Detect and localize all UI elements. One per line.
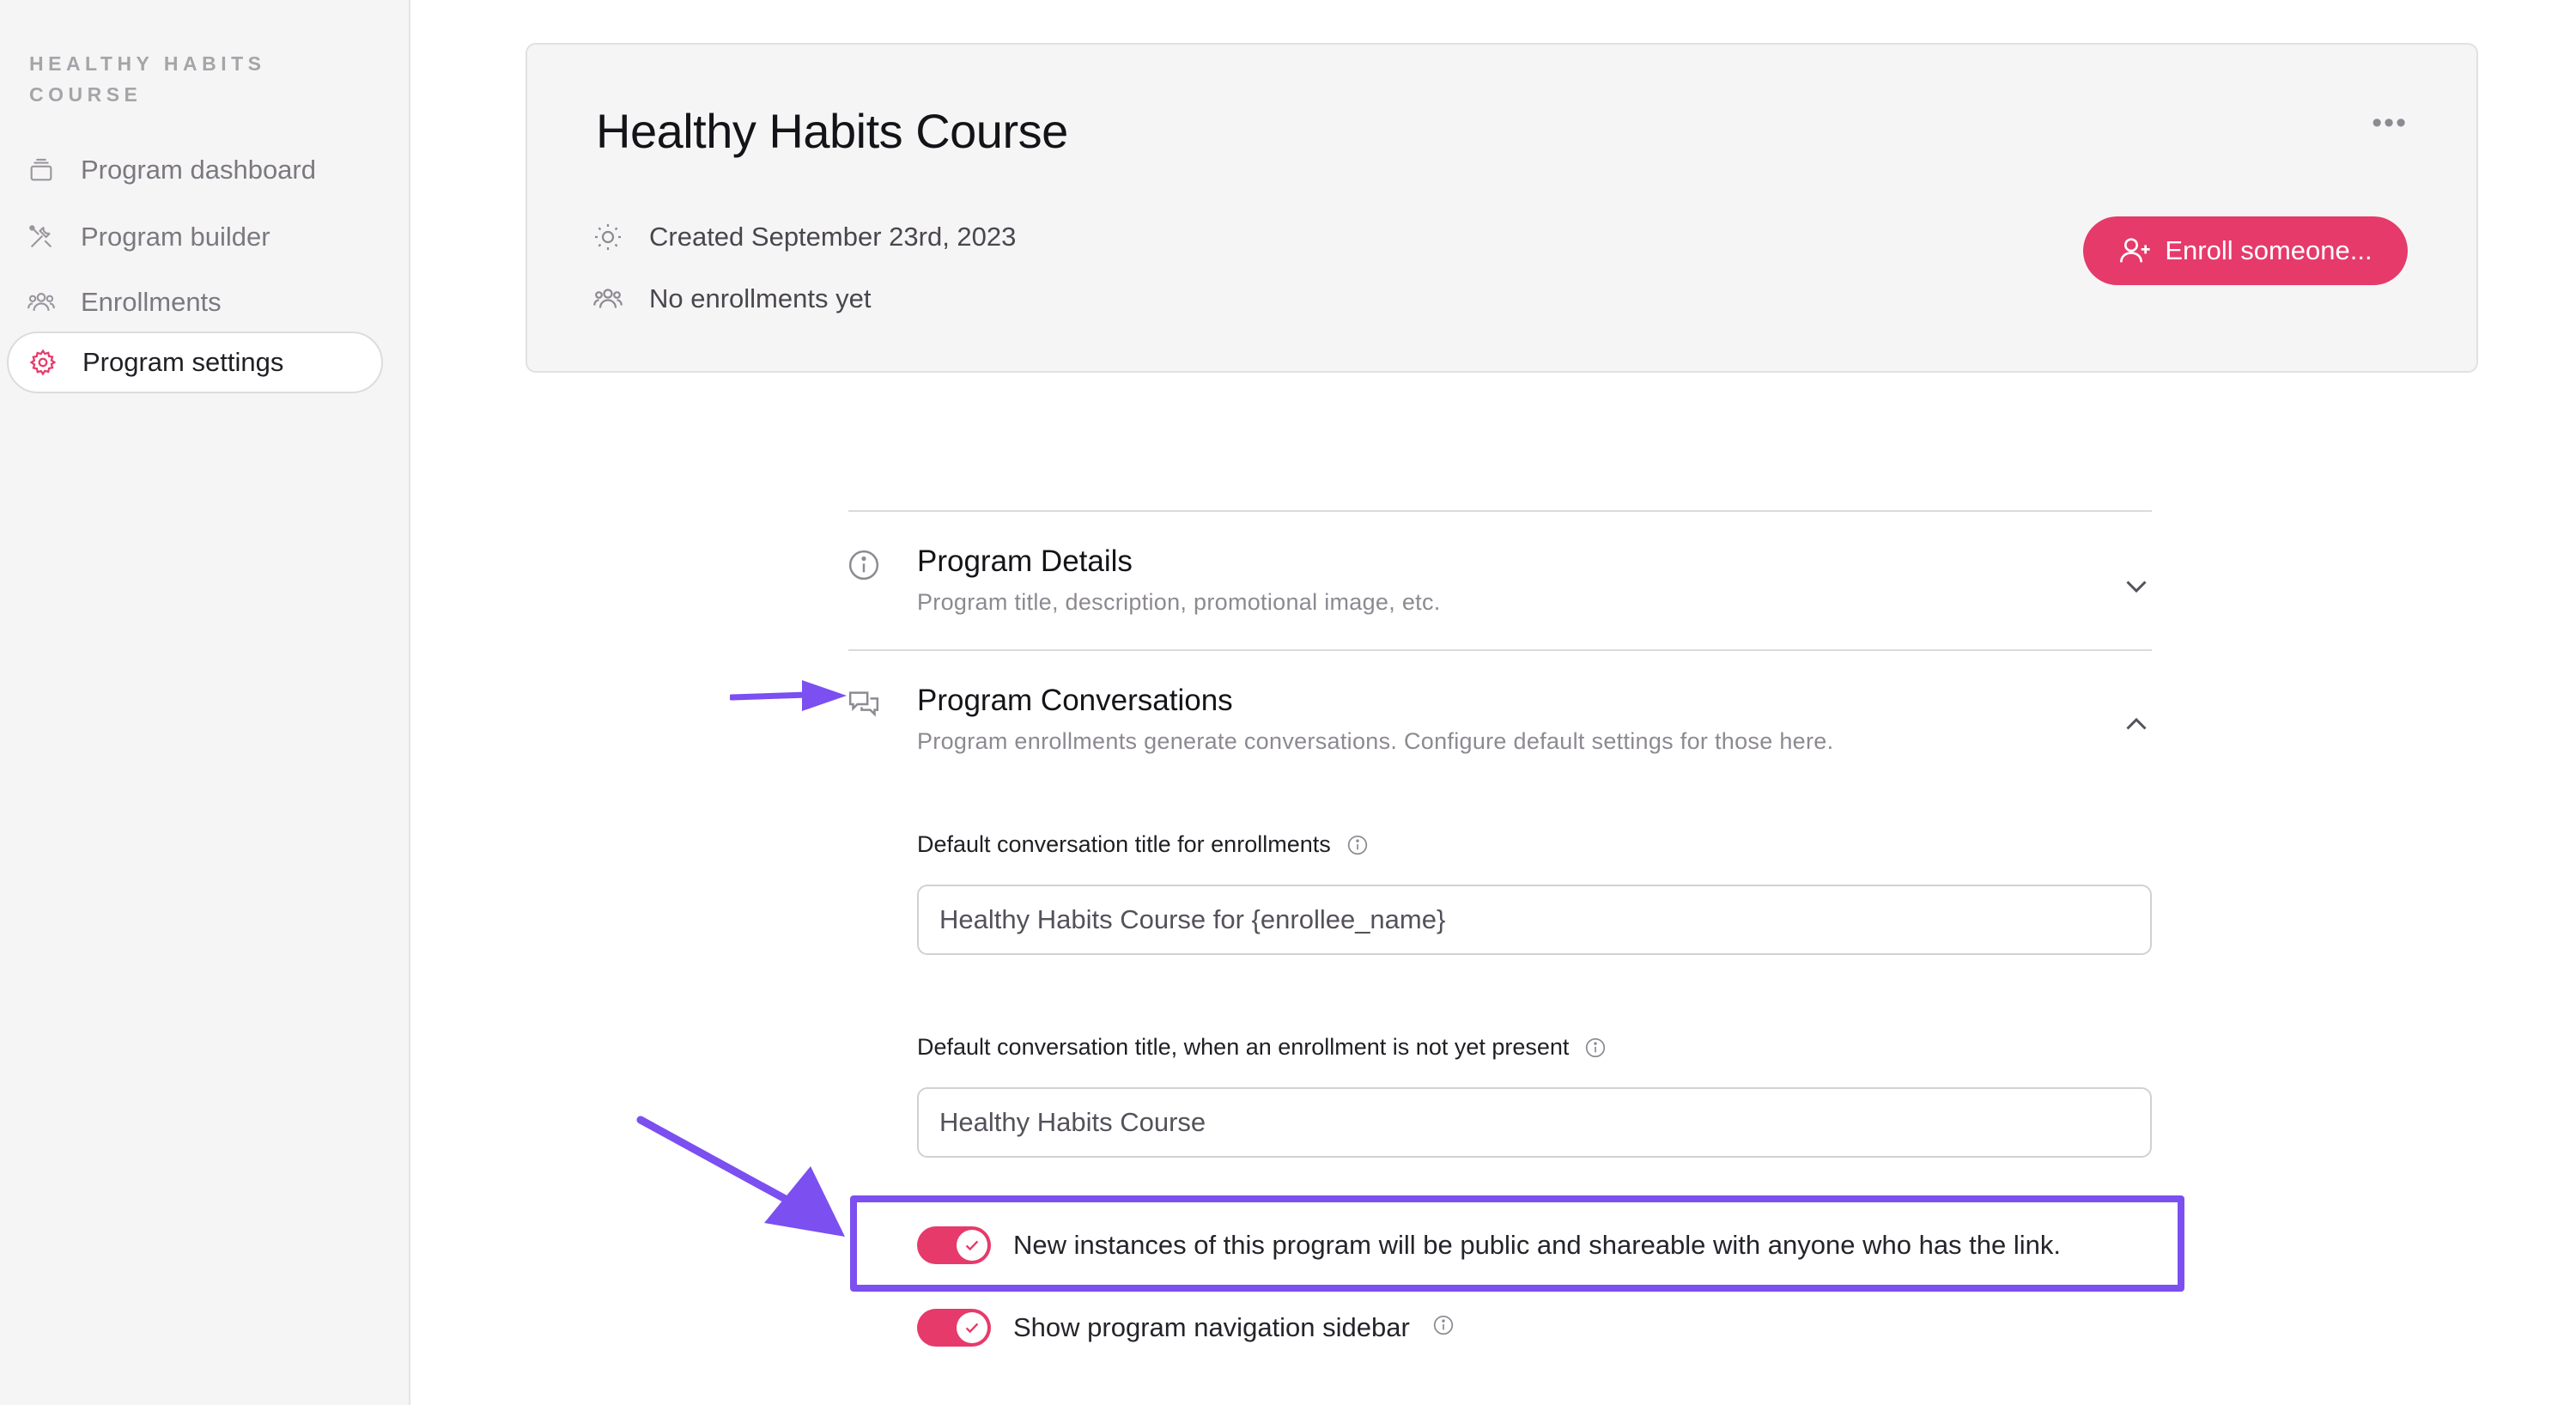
annotation-arrow-diagonal-icon	[636, 1116, 845, 1237]
field-label-conversation-title: Default conversation title for enrollmen…	[917, 831, 1369, 858]
enroll-button-label: Enroll someone...	[2165, 235, 2372, 265]
sidebar-item-enrollments[interactable]: Enrollments	[7, 271, 383, 333]
sidebar-item-program-settings[interactable]: Program settings	[7, 331, 383, 393]
sidebar-item-program-builder[interactable]: Program builder	[7, 206, 383, 268]
created-date: Created September 23rd, 2023	[592, 222, 1016, 252]
created-text: Created September 23rd, 2023	[649, 222, 1017, 252]
check-icon	[965, 1323, 979, 1334]
enrollment-count: No enrollments yet	[592, 283, 871, 314]
enroll-someone-button[interactable]: Enroll someone...	[2083, 216, 2408, 285]
navigation-sidebar-toggle[interactable]	[917, 1309, 991, 1347]
sidebar-brand: HEALTHY HABITS COURSE	[29, 52, 266, 106]
people-icon	[593, 289, 623, 308]
info-circle-icon	[848, 550, 879, 581]
chevron-up-icon[interactable]	[2121, 709, 2152, 740]
sidebar-item-label: Enrollments	[81, 287, 222, 317]
layers-icon	[24, 153, 58, 187]
chat-bubbles-icon	[848, 691, 879, 717]
chevron-down-icon[interactable]	[2121, 570, 2152, 601]
toggle-knob	[957, 1312, 987, 1343]
sidebar-item-label: Program builder	[81, 222, 270, 252]
info-circle-icon[interactable]	[1346, 834, 1369, 856]
sidebar-item-program-dashboard[interactable]: Program dashboard	[7, 139, 383, 201]
section-subtitle-program-conversations: Program enrollments generate conversatio…	[917, 728, 1834, 754]
info-circle-icon[interactable]	[1410, 1312, 1455, 1343]
annotation-arrow-right-icon	[730, 680, 847, 711]
page-title: Healthy Habits Course	[596, 104, 1068, 158]
more-horizontal-icon[interactable]: •••	[2372, 106, 2408, 140]
navigation-sidebar-label: Show program navigation sidebar	[1013, 1312, 1410, 1342]
conversation-title-input[interactable]	[917, 885, 2152, 955]
gear-icon	[26, 345, 60, 380]
divider	[848, 649, 2152, 651]
section-title-program-conversations[interactable]: Program Conversations	[917, 684, 1233, 718]
sidebar: HEALTHY HABITS COURSE Program dashboard …	[0, 0, 410, 1405]
tools-icon	[24, 220, 58, 254]
section-title-program-details[interactable]: Program Details	[917, 544, 1133, 579]
sidebar-item-label: Program settings	[82, 347, 284, 377]
field-label-fallback-title: Default conversation title, when an enro…	[917, 1034, 1607, 1061]
annotation-highlight-box	[850, 1195, 2184, 1292]
info-circle-icon[interactable]	[1584, 1037, 1607, 1059]
people-icon	[24, 285, 58, 319]
sun-icon	[595, 224, 621, 250]
enrollments-text: No enrollments yet	[649, 283, 872, 313]
add-user-icon	[2120, 238, 2151, 263]
program-header-card: Healthy Habits Course ••• Created Septem…	[526, 43, 2478, 373]
navigation-sidebar-toggle-row: Show program navigation sidebar	[917, 1309, 1455, 1347]
fallback-title-input[interactable]	[917, 1087, 2152, 1158]
field-label-text: Default conversation title for enrollmen…	[917, 831, 1331, 857]
divider	[848, 510, 2152, 512]
section-subtitle-program-details: Program title, description, promotional …	[917, 589, 1441, 615]
sidebar-item-label: Program dashboard	[81, 155, 316, 185]
field-label-text: Default conversation title, when an enro…	[917, 1034, 1570, 1060]
